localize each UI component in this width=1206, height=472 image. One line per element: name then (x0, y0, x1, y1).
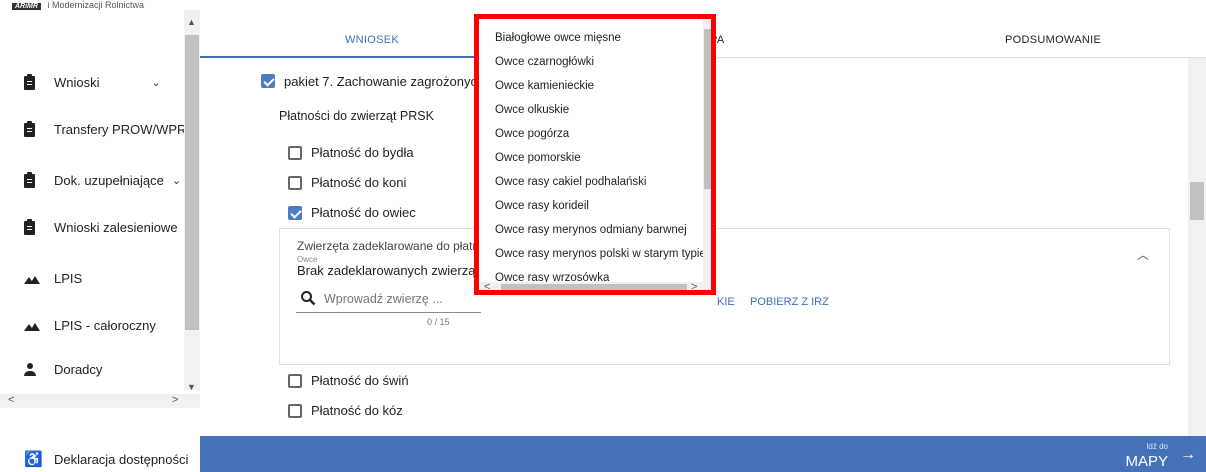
sidebar-horizontal-scrollbar[interactable] (0, 394, 200, 408)
card-title: Zwierzęta zadeklarowane do płatnoś (297, 239, 492, 253)
dropdown-option[interactable]: Owce czarnogłówki (495, 56, 594, 68)
active-tab-indicator (200, 56, 475, 58)
scroll-left-icon[interactable]: < (8, 394, 14, 406)
logo-text: i Modernizacji Rolnictwa (47, 0, 145, 10)
search-underline (296, 312, 481, 313)
sidebar-item-dok-uzupelniajace[interactable]: Dok. uzupełniające ⌄ (24, 171, 181, 188)
sidebar-item-label: Wnioski zalesieniowe (54, 220, 178, 235)
payment-label-kozy: Płatność do kóz (311, 403, 403, 418)
dropdown-option[interactable]: Owce rasy korideil (495, 200, 589, 212)
dropdown-option[interactable]: Białogłowe owce mięsne (495, 32, 621, 44)
sidebar-item-label: Doradcy (54, 362, 103, 377)
scroll-right-icon[interactable]: > (691, 281, 697, 290)
accessibility-icon: ♿ (24, 450, 43, 468)
map-label: MAPY (1125, 453, 1168, 470)
collapse-icon[interactable]: ︿ (1137, 246, 1149, 263)
tab-wniosek[interactable]: WNIOSEK (345, 34, 399, 46)
dropdown-option[interactable]: Owce pomorskie (495, 152, 581, 164)
section-title: Płatności do zwierząt PRSK (279, 109, 434, 123)
payment-label-owce: Płatność do owiec (311, 205, 416, 220)
tab-podsumowanie[interactable]: PODSUMOWANIE (1005, 34, 1101, 46)
payment-label-bydlo: Płatność do bydła (311, 145, 414, 160)
sidebar-item-label: Wnioski (54, 75, 100, 90)
dropdown-option[interactable]: Owce pogórza (495, 128, 569, 140)
package-checkbox[interactable] (261, 74, 275, 88)
landscape-icon (24, 319, 40, 333)
clipboard-icon (24, 73, 38, 90)
chevron-down-icon[interactable]: ⌄ (152, 76, 161, 89)
payment-checkbox-bydlo[interactable] (288, 146, 302, 160)
char-counter: 0 / 15 (427, 317, 450, 327)
logo: ARiMR i Modernizacji Rolnictwa (12, 0, 192, 12)
sidebar-item-doradcy[interactable]: Doradcy (24, 362, 102, 377)
sidebar-item-label: LPIS (54, 271, 83, 286)
search-icon (300, 290, 316, 306)
chevron-down-icon[interactable]: ⌄ (172, 174, 181, 187)
person-icon (24, 362, 38, 377)
dropdown-horizontal-scrollbar-thumb[interactable] (501, 284, 687, 290)
dropdown-option[interactable]: Owce olkuskie (495, 104, 569, 116)
main-scrollbar-thumb[interactable] (1190, 182, 1204, 220)
sidebar-item-label: Dok. uzupełniające (54, 173, 164, 188)
sidebar-item-label: LPIS - całoroczny (54, 318, 156, 333)
scroll-up-icon[interactable]: ▲ (187, 17, 196, 27)
go-to-map-bar[interactable]: Idź do MAPY → (200, 436, 1206, 472)
clipboard-icon (24, 171, 38, 188)
empty-animals-text: Brak zadeklarowanych zwierząt. (297, 263, 483, 278)
scroll-right-icon[interactable]: > (172, 394, 178, 406)
dropdown-option[interactable]: Owce rasy merynos odmiany barwnej (495, 224, 687, 236)
sidebar-item-label: Deklaracja dostępności (54, 452, 189, 467)
scroll-down-icon[interactable]: ▼ (187, 382, 196, 392)
sidebar-item-label: Transfery PROW/WPR (54, 122, 187, 137)
sidebar-item-transfery[interactable]: Transfery PROW/WPR (24, 120, 187, 137)
dropdown-option[interactable]: Owce rasy cakiel podhalański (495, 176, 647, 188)
arrow-right-icon[interactable]: → (1180, 446, 1196, 464)
clipboard-icon (24, 218, 38, 235)
logo-mark: ARiMR (12, 3, 41, 10)
go-to-label: Idź do (1146, 442, 1168, 451)
payment-checkbox-owce[interactable] (288, 206, 302, 220)
main-scrollbar[interactable] (1188, 58, 1206, 438)
dropdown-scrollbar-thumb[interactable] (704, 29, 711, 189)
clipboard-icon (24, 120, 38, 137)
payment-label-konie: Płatność do koni (311, 175, 407, 190)
dropdown-option[interactable]: Owce rasy merynos polski w starym typie (495, 248, 706, 260)
payment-checkbox-swinie[interactable] (288, 374, 302, 388)
dropdown-option[interactable]: Owce kamienieckie (495, 80, 594, 92)
sidebar-scrollbar-thumb[interactable] (185, 35, 199, 330)
sidebar-item-deklaracja[interactable]: ♿ Deklaracja dostępności (24, 450, 189, 468)
landscape-icon (24, 272, 40, 286)
sidebar-item-wnioski-zalesieniowe[interactable]: Wnioski zalesieniowe (24, 218, 178, 235)
package-label: pakiet 7. Zachowanie zagrożonych z (284, 74, 495, 89)
scroll-left-icon[interactable]: < (484, 281, 490, 290)
sidebar-item-lpis[interactable]: LPIS (24, 271, 82, 286)
action-link-partial[interactable]: KIE (717, 296, 735, 308)
sidebar-item-lpis-caloroczny[interactable]: LPIS - całoroczny (24, 318, 156, 333)
payment-checkbox-konie[interactable] (288, 176, 302, 190)
payment-label-swinie: Płatność do świń (311, 373, 409, 388)
fetch-from-irz-button[interactable]: POBIERZ Z IRZ (750, 296, 829, 308)
payment-checkbox-kozy[interactable] (288, 404, 302, 418)
sidebar-item-wnioski[interactable]: Wnioski ⌄ (24, 73, 161, 90)
sidebar: ARiMR i Modernizacji Rolnictwa Wnioski ⌄… (0, 0, 200, 472)
breed-dropdown[interactable]: Białogłowe owce mięsne Owce czarnogłówki… (474, 14, 716, 295)
animal-search-input[interactable] (324, 289, 474, 309)
